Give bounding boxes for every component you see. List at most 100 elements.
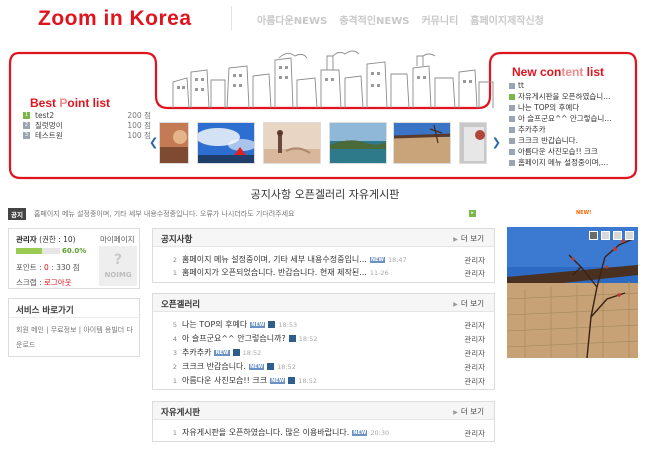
logout-link[interactable]: 로그아웃 bbox=[44, 278, 72, 287]
service-shortcuts-panel: 서비스 바로가기 회원 메인 | 무료정보 | 아이템 용빌더 다운로드 bbox=[8, 298, 140, 357]
post-subject[interactable]: 자유게시판을 오픈하였습니다. 많은 이용바랍니다. NEW 20:30 bbox=[182, 427, 389, 438]
post-number: 1 bbox=[172, 377, 177, 385]
caret-right-icon[interactable]: ▸ bbox=[469, 210, 476, 217]
board-menu-line[interactable]: 공지사항 오픈겔러리 자유게시판 bbox=[0, 186, 650, 202]
new-content-list-title: New content list bbox=[512, 65, 605, 79]
nav-beautiful-news[interactable]: 아름다운NEWS bbox=[257, 12, 327, 27]
notice-text[interactable]: 홈페이지 메뉴 설정중이며, 기타 세부 내용수정중입니다. 오류가 나시더라도… bbox=[34, 209, 295, 219]
post-subject[interactable]: 추카추카 NEW 18:52 bbox=[182, 347, 261, 358]
floppy-disk-icon bbox=[288, 335, 296, 342]
new-badge: NEW bbox=[270, 377, 286, 384]
mypage-link[interactable]: 마이페이지 bbox=[100, 234, 135, 245]
best-point-list-title: Best Point list bbox=[30, 96, 111, 110]
photo-thumbnail[interactable] bbox=[197, 122, 255, 164]
post-author: 관리자 bbox=[464, 269, 485, 278]
list-item[interactable]: 3 테스트원 100 점 bbox=[23, 130, 151, 140]
nav-homepage-request[interactable]: 홈페이지제작신청 bbox=[470, 12, 544, 27]
post-number: 5 bbox=[172, 321, 177, 329]
post-author: 관리자 bbox=[464, 363, 485, 372]
post-time: 18:52 bbox=[298, 376, 317, 385]
slide-indicator[interactable] bbox=[589, 231, 598, 240]
post-subject[interactable]: 나는 TOP의 후예다 NEW 18:53 bbox=[182, 319, 297, 330]
table-row[interactable]: 5 나는 TOP의 후예다 NEW 18:53 관리자 bbox=[153, 318, 494, 331]
member-points: 100 점 bbox=[127, 130, 151, 140]
bullet-icon bbox=[509, 126, 515, 133]
list-item[interactable]: tt bbox=[509, 80, 629, 91]
table-row[interactable]: 2 홈페이지 메뉴 설정중이며, 기타 세부 내용수정중입니... NEW 18:4… bbox=[153, 253, 494, 266]
new-badge: NEW! bbox=[576, 210, 592, 216]
member-name-level: 관리자 (권한 : 10) bbox=[16, 235, 76, 244]
post-subject[interactable]: 홈페이지가 오픈되었습니다. 반갑습니다. 현재 제작된... 11-26 bbox=[182, 267, 389, 278]
slide-indicator[interactable] bbox=[601, 231, 610, 240]
photo-thumbnail[interactable] bbox=[459, 122, 487, 164]
level-progress-fill bbox=[16, 248, 43, 254]
city-sketch-illustration bbox=[172, 50, 494, 108]
level-progress-bar bbox=[16, 248, 60, 254]
nav-community[interactable]: 커뮤니티 bbox=[421, 12, 458, 27]
photo-thumbnail[interactable] bbox=[159, 122, 189, 164]
carousel-next-icon[interactable]: ❯ bbox=[492, 136, 501, 149]
post-subject[interactable]: 아름다운 사진모습!! 크크 NEW 18:52 bbox=[182, 375, 317, 386]
post-subject[interactable]: 아 슬프군요^^ 안그렇습니까? 18:52 bbox=[182, 333, 317, 344]
table-row[interactable]: 2 크크크 반갑습니다. NEW 18:52 관리자 bbox=[153, 360, 494, 373]
post-subject[interactable]: 홈페이지 메뉴 설정중이며, 기타 세부 내용수정중입니... NEW 18:47 bbox=[182, 254, 407, 265]
board-title[interactable]: 자유게시판 bbox=[161, 406, 200, 418]
new-badge: NEW bbox=[214, 349, 230, 356]
photo-thumbnail[interactable] bbox=[393, 122, 451, 164]
post-author: 관리자 bbox=[464, 429, 485, 438]
post-number: 3 bbox=[172, 349, 177, 357]
post-time: 11-26 bbox=[369, 268, 389, 277]
gallery-board-panel: 오픈겔러리 ▶ 더 보기 5 나는 TOP의 후예다 NEW 18:53 관리자 4 … bbox=[152, 293, 495, 390]
featured-photo[interactable] bbox=[507, 227, 638, 358]
bullet-icon bbox=[509, 82, 515, 89]
post-subject[interactable]: 크크크 반갑습니다. NEW 18:52 bbox=[182, 361, 296, 372]
floppy-disk-icon bbox=[288, 377, 296, 384]
bullet-icon bbox=[509, 159, 515, 166]
slide-indicator[interactable] bbox=[613, 231, 622, 240]
table-row[interactable]: 4 아 슬프군요^^ 안그렇습니까? 18:52 관리자 bbox=[153, 332, 494, 345]
list-item[interactable]: 홈페이지 메뉴 설정중이며,... bbox=[509, 157, 629, 168]
table-row[interactable]: 1 아름다운 사진모습!! 크크 NEW 18:52 관리자 bbox=[153, 374, 494, 387]
more-link[interactable]: ▶ 더 보기 bbox=[453, 298, 484, 309]
caret-right-icon: ▶ bbox=[453, 301, 458, 308]
photo-thumbnail[interactable] bbox=[329, 122, 387, 164]
board-title[interactable]: 오픈겔러리 bbox=[161, 298, 200, 310]
list-item[interactable]: 나는 TOP의 후예다 bbox=[509, 102, 629, 113]
table-row[interactable]: 1 자유게시판을 오픈하였습니다. 많은 이용바랍니다. NEW 20:30 관리자 bbox=[153, 426, 494, 439]
slide-indicator[interactable] bbox=[625, 231, 634, 240]
service-shortcuts-links[interactable]: 회원 메인 | 무료정보 | 아이템 용빌더 다운로드 bbox=[16, 323, 136, 353]
floppy-disk-icon bbox=[268, 321, 276, 328]
post-number: 4 bbox=[172, 335, 177, 343]
site-logo[interactable]: Zoom in Korea bbox=[38, 7, 192, 31]
service-shortcuts-title: 서비스 바로가기 bbox=[16, 306, 74, 316]
avatar: ? NOIMG bbox=[99, 246, 137, 286]
table-row[interactable]: 3 추카추카 NEW 18:52 관리자 bbox=[153, 346, 494, 359]
board-header: 오픈겔러리 ▶ 더 보기 bbox=[153, 294, 494, 312]
more-link[interactable]: ▶ 더 보기 bbox=[453, 406, 484, 417]
notice-tag: 공지 bbox=[8, 208, 26, 220]
list-item[interactable]: 크크크 반갑습니다. bbox=[509, 135, 629, 146]
new-badge: NEW bbox=[248, 363, 265, 370]
list-item[interactable]: 1 test2 200 점 bbox=[23, 110, 151, 120]
notice-board-panel: 공지사항 ▶ 더 보기 2 홈페이지 메뉴 설정중이며, 기타 세부 내용수정중입… bbox=[152, 228, 495, 283]
hero-banner: Best Point list 1 test2 200 점 2 질럿멍이 100 점 3… bbox=[7, 50, 639, 181]
list-item[interactable]: 추카추카 bbox=[509, 124, 629, 135]
best-point-list: 1 test2 200 점 2 질럿멍이 100 점 3 테스트원 100 점 bbox=[23, 110, 151, 140]
list-item[interactable]: 아 슬프군요^^ 안그렇습니... bbox=[509, 113, 629, 124]
member-name: 테스트원 bbox=[35, 130, 63, 140]
photo-thumbnail[interactable] bbox=[263, 122, 321, 164]
list-item[interactable]: 자유게시판을 오픈하였습니... bbox=[509, 91, 629, 102]
free-board-panel: 자유게시판 ▶ 더 보기 1 자유게시판을 오픈하였습니다. 많은 이용바랍니다.… bbox=[152, 401, 495, 442]
table-row[interactable]: 1 홈페이지가 오픈되었습니다. 반갑습니다. 현재 제작된... 11-26 관… bbox=[153, 266, 494, 279]
nav-shocking-news[interactable]: 충격적인NEWS bbox=[339, 12, 409, 27]
post-time: 20:30 bbox=[370, 428, 390, 437]
carousel-prev-icon[interactable]: ❮ bbox=[149, 136, 158, 149]
list-item[interactable]: 아름다운 사진모습!! 크크 bbox=[509, 146, 629, 157]
board-title[interactable]: 공지사항 bbox=[161, 233, 192, 245]
bullet-icon bbox=[509, 93, 515, 100]
new-content-list: tt 자유게시판을 오픈하였습니... 나는 TOP의 후예다 아 슬프군요^^… bbox=[509, 80, 629, 168]
bullet-icon bbox=[509, 148, 515, 155]
bullet-icon bbox=[509, 137, 515, 144]
more-link[interactable]: ▶ 더 보기 bbox=[453, 233, 484, 244]
list-item[interactable]: 2 질럿멍이 100 점 bbox=[23, 120, 151, 130]
